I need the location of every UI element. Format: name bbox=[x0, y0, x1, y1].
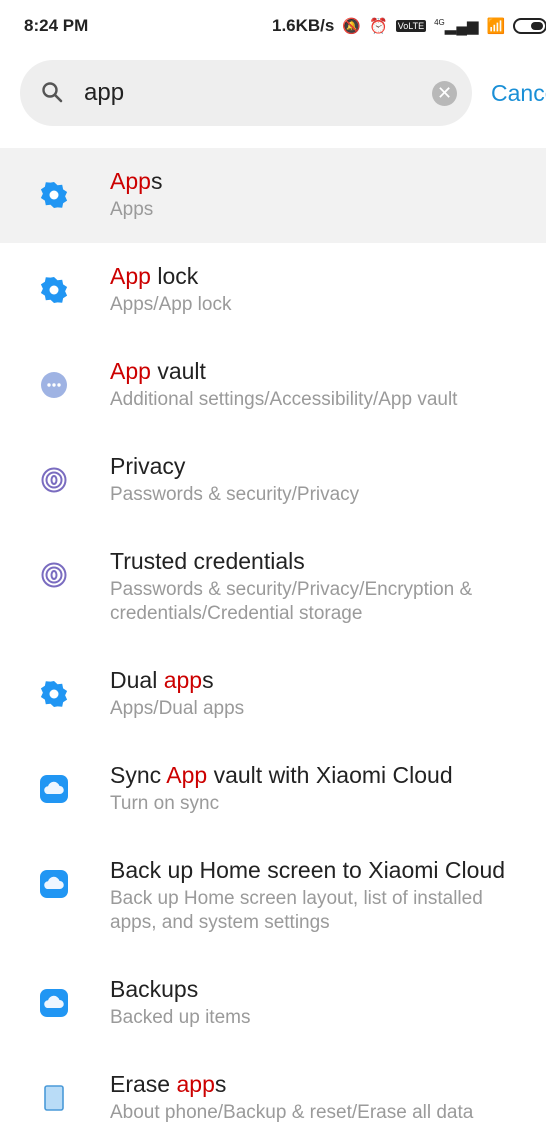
result-title: Privacy bbox=[110, 451, 546, 481]
result-path: Additional settings/Accessibility/App va… bbox=[110, 389, 458, 410]
result-item[interactable]: Dual apps Apps/Dual apps bbox=[0, 647, 546, 742]
result-title: Sync App vault with Xiaomi Cloud bbox=[110, 760, 546, 790]
result-item[interactable]: Privacy Passwords & security/Privacy bbox=[0, 433, 546, 528]
result-item[interactable]: App vault Additional settings/Accessibili… bbox=[0, 338, 546, 433]
result-path: Apps/Dual apps bbox=[110, 698, 245, 719]
cloud-icon bbox=[40, 870, 68, 898]
alarm-icon: ⏰ bbox=[369, 18, 388, 35]
title-text: Sync bbox=[110, 762, 167, 788]
mute-bell-icon: 🔕 bbox=[342, 18, 362, 35]
result-path: Back up Home screen layout, list of inst… bbox=[110, 888, 483, 909]
result-path: Turn on sync bbox=[110, 793, 220, 814]
result-path: Apps/App lock bbox=[110, 294, 232, 315]
search-bar: ✕ bbox=[20, 60, 472, 126]
result-title: App lock bbox=[110, 261, 546, 291]
result-title: Trusted credentials bbox=[110, 546, 546, 576]
fingerprint-icon bbox=[40, 466, 68, 494]
title-text: Dual bbox=[110, 667, 164, 693]
result-title: Backups bbox=[110, 974, 546, 1004]
result-item[interactable]: Back up Home screen to Xiaomi Cloud Back … bbox=[0, 837, 546, 956]
result-path: Passwords & security/Privacy/Encryption … bbox=[110, 579, 473, 600]
result-item[interactable]: Apps Apps bbox=[0, 148, 546, 243]
title-text: lock bbox=[150, 263, 199, 289]
match-highlight: App bbox=[166, 762, 208, 788]
gear-icon bbox=[40, 276, 68, 304]
result-path: Passwords & security/Privacy bbox=[110, 484, 360, 505]
status-bar: 8:24 PM 1.6KB/s 🔕 ⏰ VoLTE 4G▂▄▆ 📶 3 bbox=[0, 0, 546, 52]
result-path: Backed up items bbox=[110, 1007, 251, 1028]
result-path: apps, and system settings bbox=[110, 912, 330, 933]
result-item[interactable]: Backups Backed up items bbox=[0, 956, 546, 1051]
cloud-icon bbox=[40, 989, 68, 1017]
gear-icon bbox=[40, 680, 68, 708]
match-highlight: app bbox=[163, 667, 203, 693]
result-title: App vault bbox=[110, 356, 546, 386]
result-item[interactable]: Trusted credentials Passwords & security/… bbox=[0, 528, 546, 647]
gear-icon bbox=[40, 181, 68, 209]
match-highlight: App bbox=[110, 263, 151, 289]
result-title: Back up Home screen to Xiaomi Cloud bbox=[110, 855, 546, 885]
title-text: s bbox=[202, 667, 214, 693]
result-title: Dual apps bbox=[110, 665, 546, 695]
match-highlight: App bbox=[110, 358, 151, 384]
wifi-icon: 📶 bbox=[486, 18, 506, 35]
result-path: Apps bbox=[110, 199, 154, 220]
battery-icon bbox=[513, 18, 546, 34]
result-path: credentials/Credential storage bbox=[110, 603, 363, 624]
clock: 8:24 PM bbox=[24, 16, 89, 35]
match-highlight: app bbox=[176, 1071, 215, 1097]
phone-icon bbox=[40, 1084, 68, 1112]
result-item[interactable]: Sync App vault with Xiaomi Cloud Turn on … bbox=[0, 742, 546, 837]
volte-icon: VoLTE bbox=[395, 20, 427, 32]
match-highlight: App bbox=[110, 168, 151, 194]
title-text: Erase bbox=[110, 1071, 177, 1097]
title-text: Privacy bbox=[110, 453, 186, 479]
cancel-button[interactable]: Cancel bbox=[491, 80, 546, 107]
title-text: s bbox=[214, 1071, 227, 1097]
title-text: Back up Home screen to Xiaomi Cloud bbox=[110, 857, 506, 883]
title-text: Trusted credentials bbox=[110, 548, 305, 574]
result-item[interactable]: Erase apps About phone/Backup & reset/Era… bbox=[0, 1051, 546, 1146]
title-text: vault with Xiaomi Cloud bbox=[207, 762, 453, 788]
more-dots-icon bbox=[40, 371, 68, 399]
signal-icon: 4G▂▄▆ bbox=[434, 18, 479, 35]
result-title: Erase apps bbox=[110, 1069, 546, 1099]
result-path: About phone/Backup & reset/Erase all dat… bbox=[110, 1102, 474, 1123]
cloud-icon bbox=[40, 775, 68, 803]
result-item[interactable]: App lock Apps/App lock bbox=[0, 243, 546, 338]
fingerprint-icon bbox=[40, 561, 68, 589]
search-icon bbox=[42, 82, 63, 103]
search-results: Apps Apps App lock Apps/App lock App vault Ad… bbox=[0, 148, 546, 1146]
search-input[interactable] bbox=[84, 74, 424, 112]
clear-search-button[interactable]: ✕ bbox=[432, 81, 457, 106]
title-text: Backups bbox=[110, 976, 199, 1002]
title-text: s bbox=[150, 168, 163, 194]
title-text: vault bbox=[150, 358, 206, 384]
result-title: Apps bbox=[110, 166, 546, 196]
network-speed: 1.6KB/s bbox=[272, 16, 335, 35]
